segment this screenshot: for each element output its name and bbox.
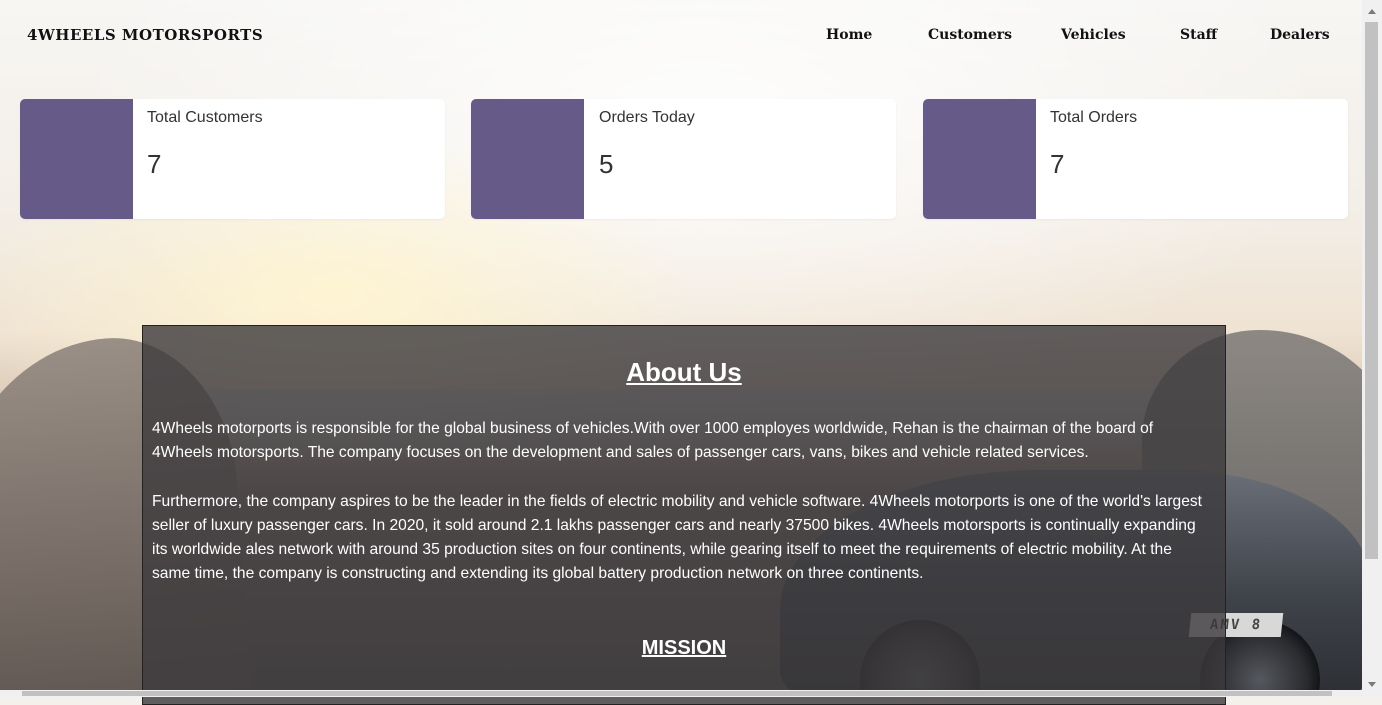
- nav-link-vehicles[interactable]: Vehicles: [1061, 27, 1126, 43]
- about-us-heading: About Us: [626, 357, 742, 387]
- horizontal-scrollbar-thumb[interactable]: [22, 691, 1332, 696]
- stat-card-accent: [20, 99, 133, 219]
- stat-card-label: Total Orders: [1050, 109, 1138, 126]
- stat-card-total-customers: Total Customers 7: [20, 99, 445, 219]
- stat-card-orders-today: Orders Today 5: [471, 99, 896, 219]
- nav-link-home[interactable]: Home: [826, 27, 872, 43]
- stat-card-label: Orders Today: [599, 109, 695, 126]
- about-us-panel: About Us 4Wheels motorports is responsib…: [142, 325, 1226, 705]
- vertical-scrollbar[interactable]: [1362, 0, 1382, 697]
- nav-link-staff[interactable]: Staff: [1180, 27, 1217, 43]
- brand-logo-text[interactable]: 4WHEELS MOTORSPORTS: [27, 26, 263, 44]
- stat-card-accent: [923, 99, 1036, 219]
- stat-card-value: 5: [599, 149, 614, 179]
- stat-card-label: Total Customers: [147, 109, 263, 126]
- about-paragraph: 4Wheels motorports is responsible for th…: [152, 420, 1154, 461]
- stat-card-value: 7: [1050, 149, 1065, 179]
- stat-card-accent: [471, 99, 584, 219]
- scroll-down-arrow-icon[interactable]: [1368, 682, 1376, 687]
- scroll-up-arrow-icon[interactable]: [1368, 9, 1376, 14]
- vertical-scrollbar-thumb[interactable]: [1365, 22, 1378, 559]
- nav-link-dealers[interactable]: Dealers: [1270, 27, 1330, 43]
- horizontal-scrollbar[interactable]: [0, 690, 1362, 697]
- about-paragraph: Furthermore, the company aspires to be t…: [152, 493, 1202, 582]
- stat-card-total-orders: Total Orders 7: [923, 99, 1348, 219]
- stat-card-value: 7: [147, 149, 162, 179]
- navbar: 4WHEELS MOTORSPORTS Home Customers Vehic…: [0, 0, 1362, 72]
- nav-link-customers[interactable]: Customers: [928, 27, 1012, 43]
- mission-heading: MISSION: [641, 637, 727, 659]
